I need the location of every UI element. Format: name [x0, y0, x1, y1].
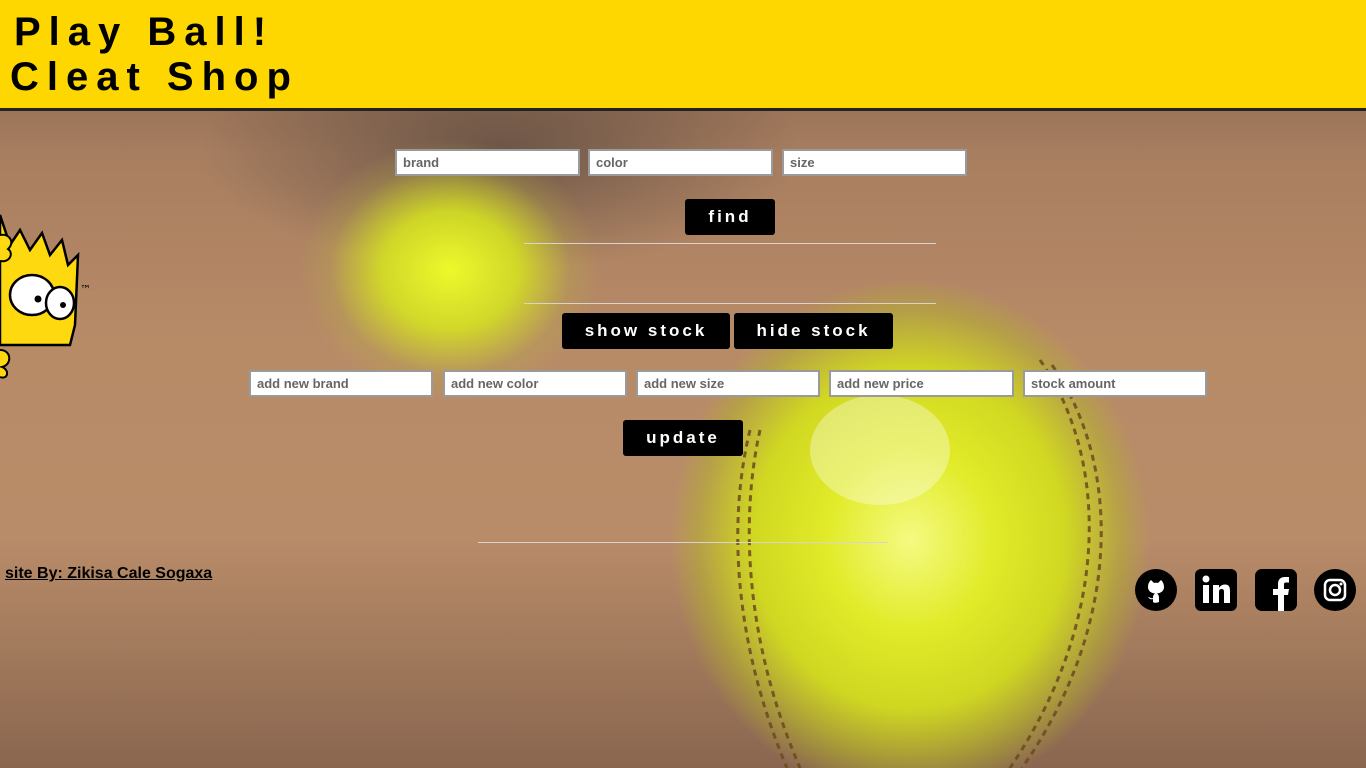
- site-credit-link[interactable]: site By: Zikisa Cale Sogaxa: [5, 565, 212, 583]
- trademark-symbol: ™: [80, 283, 91, 296]
- color-search-input[interactable]: [588, 149, 773, 176]
- brand-search-input[interactable]: [395, 149, 580, 176]
- divider: [524, 303, 936, 304]
- new-color-input[interactable]: [443, 370, 627, 397]
- divider: [478, 542, 888, 543]
- new-size-input[interactable]: [636, 370, 820, 397]
- new-brand-input[interactable]: [249, 370, 433, 397]
- hide-stock-button[interactable]: hide stock: [734, 313, 893, 349]
- facebook-icon[interactable]: [1255, 569, 1297, 611]
- stock-amount-input[interactable]: [1023, 370, 1207, 397]
- github-icon[interactable]: [1135, 569, 1177, 611]
- instagram-icon[interactable]: [1314, 569, 1356, 611]
- mascot-image: ™: [0, 214, 91, 379]
- show-stock-button[interactable]: show stock: [562, 313, 730, 349]
- update-button[interactable]: update: [623, 420, 743, 456]
- size-search-input[interactable]: [782, 149, 967, 176]
- linkedin-icon[interactable]: [1195, 569, 1237, 611]
- divider: [524, 243, 936, 244]
- new-price-input[interactable]: [829, 370, 1014, 397]
- find-button[interactable]: find: [685, 199, 775, 235]
